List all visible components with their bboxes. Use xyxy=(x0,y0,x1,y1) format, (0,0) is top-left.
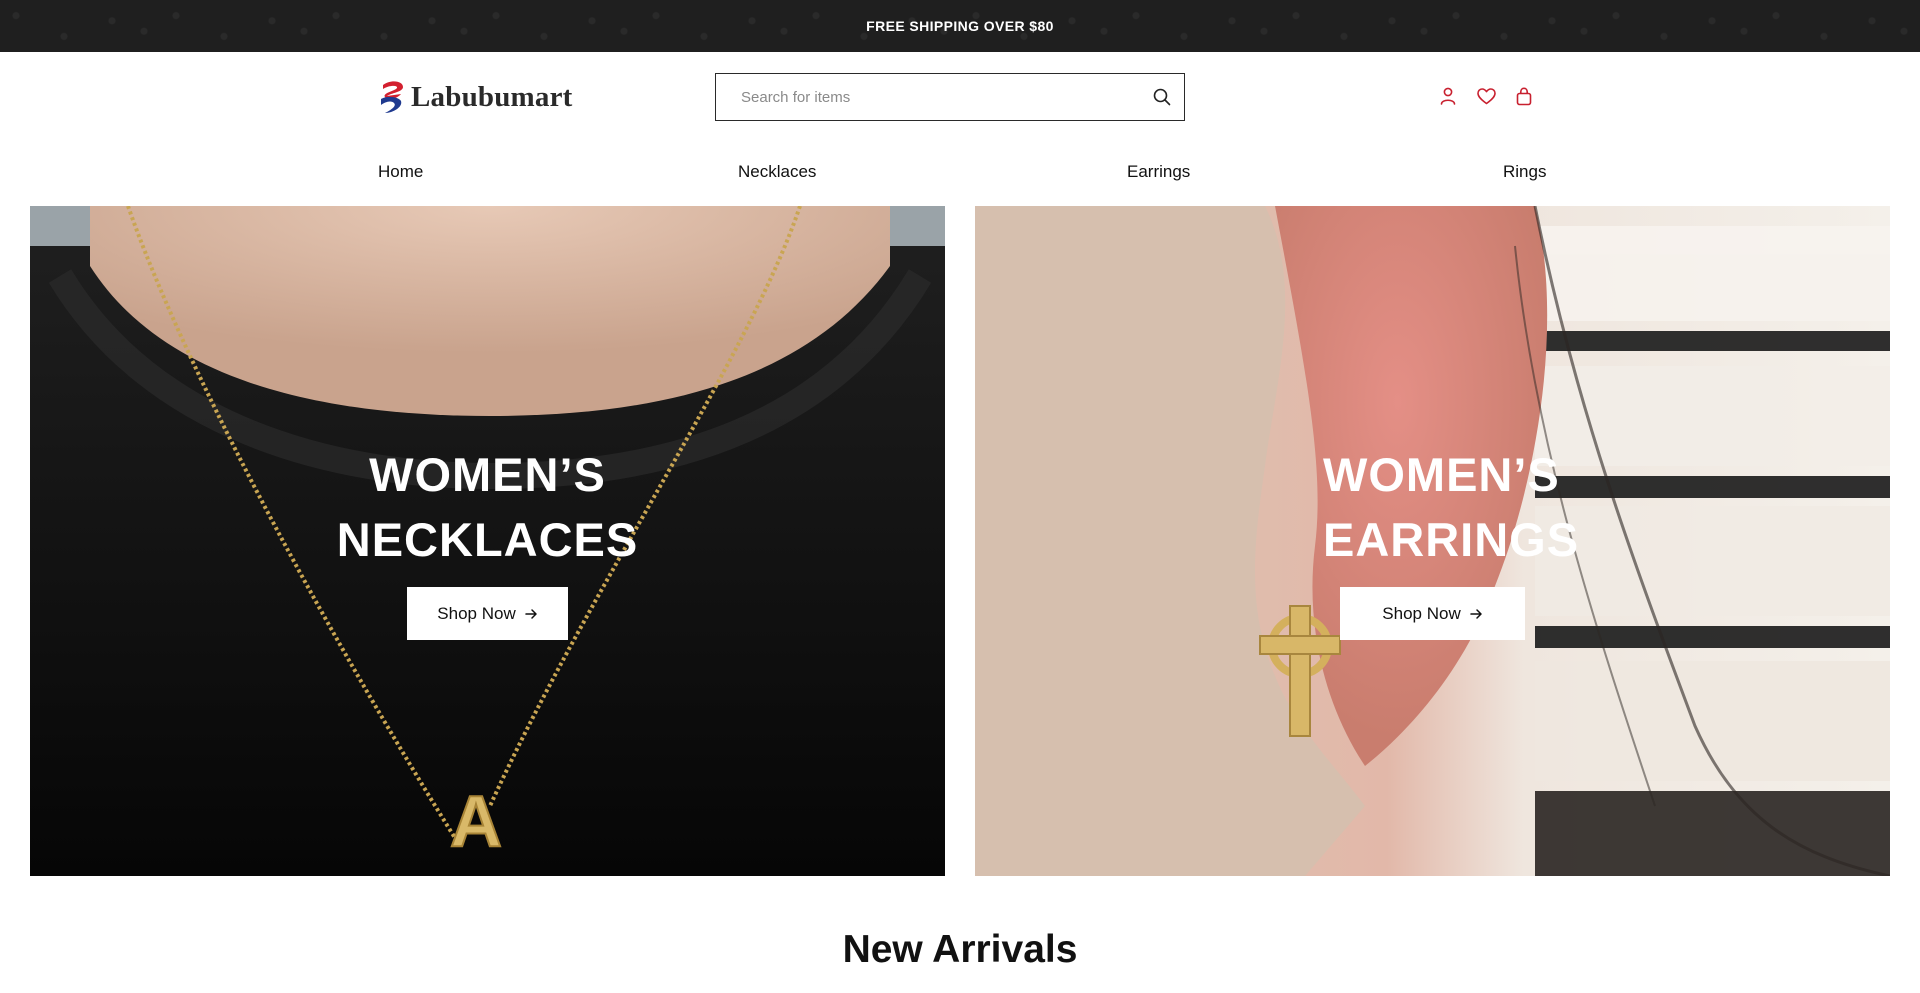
user-icon xyxy=(1440,87,1456,105)
logo-mark-icon xyxy=(381,81,403,113)
account-button[interactable] xyxy=(1438,84,1458,108)
shop-now-label: Shop Now xyxy=(1382,603,1461,623)
nav-item-rings[interactable]: Rings xyxy=(1503,162,1546,182)
search-button[interactable] xyxy=(1140,75,1184,119)
arrow-right-icon xyxy=(1469,608,1482,619)
banner-title: WOMEN’S NECKLACES xyxy=(30,442,945,572)
svg-text:A: A xyxy=(450,782,502,862)
bag-icon xyxy=(1516,86,1532,105)
nav-item-necklaces[interactable]: Necklaces xyxy=(738,162,816,182)
shop-now-earrings-button[interactable]: Shop Now xyxy=(1340,587,1525,640)
search-icon xyxy=(1153,88,1171,106)
heart-icon xyxy=(1476,87,1496,104)
arrow-right-icon xyxy=(524,608,537,619)
logo-text: Labubumart xyxy=(411,80,573,113)
site-header: Labubumart xyxy=(0,52,1920,152)
shop-now-necklaces-button[interactable]: Shop Now xyxy=(407,587,568,640)
announcement-text: FREE SHIPPING OVER $80 xyxy=(866,18,1054,34)
logo[interactable]: Labubumart xyxy=(377,76,573,118)
banner-title-line2: NECKLACES xyxy=(336,513,639,566)
cart-button[interactable] xyxy=(1514,84,1534,108)
shop-now-label: Shop Now xyxy=(437,603,516,623)
banner-title-line1: WOMEN’S xyxy=(369,448,606,501)
search-input[interactable] xyxy=(716,74,1140,120)
search-bar xyxy=(715,73,1185,121)
banner-title-line2: EARRINGS xyxy=(1323,513,1580,566)
nav-item-earrings[interactable]: Earrings xyxy=(1127,162,1190,182)
announcement-bar: FREE SHIPPING OVER $80 xyxy=(0,0,1920,52)
banner-title: WOMEN’S EARRINGS xyxy=(1323,442,1890,572)
main-nav: Home Necklaces Earrings Rings xyxy=(0,152,1920,206)
earrings-banner[interactable]: WOMEN’S EARRINGS Shop Now xyxy=(975,206,1890,876)
nav-item-home[interactable]: Home xyxy=(378,162,423,182)
banner-title-line1: WOMEN’S xyxy=(1323,448,1560,501)
header-actions xyxy=(1438,84,1534,108)
new-arrivals-heading: New Arrivals xyxy=(842,928,1078,971)
necklaces-banner[interactable]: A WOMEN’S NECKLACES Shop Now xyxy=(30,206,945,876)
wishlist-button[interactable] xyxy=(1476,84,1496,108)
